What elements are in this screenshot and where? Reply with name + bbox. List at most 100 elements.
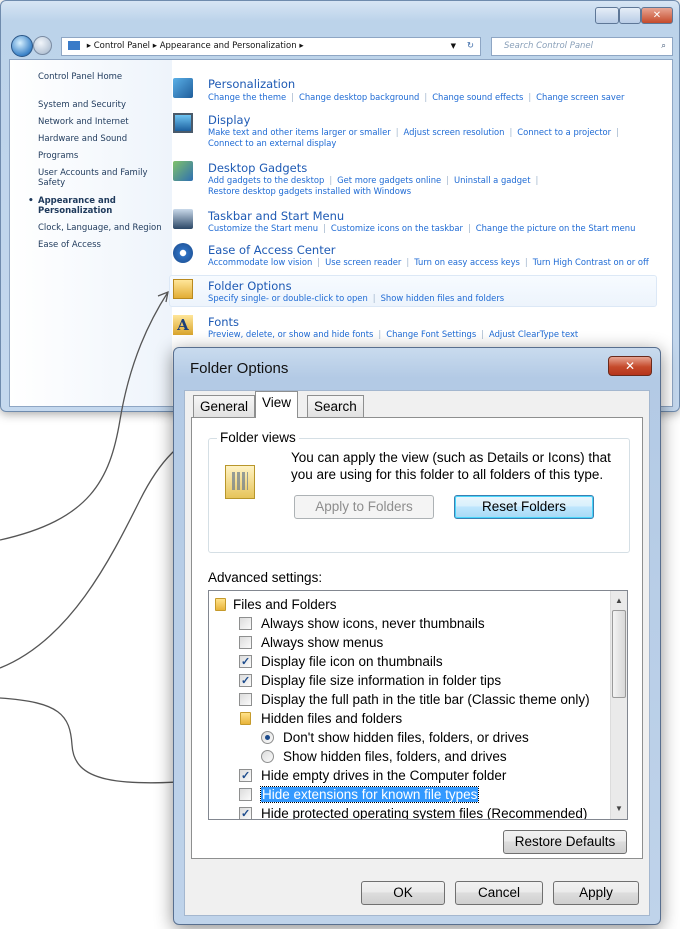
category-links: Change the theme | Change desktop backgrou…	[208, 92, 625, 102]
advanced-settings-tree[interactable]: Files and Folders Always show icons, nev…	[208, 590, 628, 820]
tree-folder-files-and-folders[interactable]: Files and Folders	[215, 595, 337, 614]
link[interactable]: Preview, delete, or show and hide fonts	[208, 329, 373, 339]
category-title[interactable]: Ease of Access Center	[208, 243, 336, 257]
ok-button[interactable]: OK	[361, 881, 445, 905]
nav-item-clock-language[interactable]: Clock, Language, and Region	[38, 223, 162, 233]
link[interactable]: Get more gadgets online	[337, 175, 441, 185]
category-title[interactable]: Personalization	[208, 77, 295, 91]
link[interactable]: Adjust ClearType text	[489, 329, 578, 339]
link[interactable]: Show hidden files and folders	[381, 293, 505, 303]
nav-item-user-accounts[interactable]: User Accounts and Family Safety	[38, 168, 158, 188]
setting-always-show-menus[interactable]: Always show menus	[239, 633, 383, 652]
link[interactable]: Add gadgets to the desktop	[208, 175, 324, 185]
setting-dont-show-hidden[interactable]: Don't show hidden files, folders, or dri…	[261, 728, 529, 747]
nav-item-network[interactable]: Network and Internet	[38, 117, 129, 127]
link[interactable]: Accommodate low vision	[208, 257, 312, 267]
personalization-icon	[173, 78, 193, 98]
maximize-button[interactable]	[619, 7, 641, 24]
nav-item-programs[interactable]: Programs	[38, 151, 78, 161]
scroll-down-icon[interactable]: ▼	[611, 801, 627, 817]
link[interactable]: Turn High Contrast on or off	[533, 257, 649, 267]
link[interactable]: Customize the Start menu	[208, 223, 318, 233]
link[interactable]: Restore desktop gadgets installed with W…	[208, 186, 411, 196]
setting-hide-protected-files[interactable]: Hide protected operating system files (R…	[239, 804, 587, 819]
checkbox[interactable]	[239, 617, 252, 630]
checkbox[interactable]	[239, 672, 252, 691]
link[interactable]: Change Font Settings	[386, 329, 476, 339]
dialog-close-button[interactable]: ✕	[608, 356, 652, 376]
tree-scrollbar[interactable]: ▲ ▼	[610, 591, 627, 819]
tree-folder-hidden-files[interactable]: Hidden files and folders	[239, 709, 402, 728]
link[interactable]: Change the theme	[208, 92, 286, 102]
restore-defaults-button[interactable]: Restore Defaults	[503, 830, 627, 854]
radio-button[interactable]	[261, 750, 274, 763]
nav-item-hardware[interactable]: Hardware and Sound	[38, 134, 127, 144]
computer-icon	[68, 41, 80, 50]
link[interactable]: Change sound effects	[432, 92, 523, 102]
tab-view[interactable]: View	[255, 391, 299, 418]
nav-item-system-security[interactable]: System and Security	[38, 100, 126, 110]
nav-home[interactable]: Control Panel Home	[38, 72, 122, 82]
link[interactable]: Turn on easy access keys	[414, 257, 520, 267]
link[interactable]: Make text and other items larger or smal…	[208, 127, 391, 137]
dropdown-arrow-icon[interactable]: ▼	[451, 38, 456, 55]
breadcrumb-control-panel[interactable]: Control Panel	[94, 41, 150, 51]
address-bar[interactable]: ▸ Control Panel ▸ Appearance and Persona…	[61, 37, 481, 56]
tree-label-selected: Hide extensions for known file types	[259, 786, 480, 803]
folder-view-icon	[225, 465, 255, 499]
setting-hide-empty-drives[interactable]: Hide empty drives in the Computer folder	[239, 766, 506, 786]
link[interactable]: Use screen reader	[325, 257, 401, 267]
setting-display-file-icon[interactable]: Display file icon on thumbnails	[239, 652, 443, 672]
scroll-thumb[interactable]	[612, 610, 626, 698]
link[interactable]: Change screen saver	[536, 92, 624, 102]
link[interactable]: Change the picture on the Start menu	[476, 223, 636, 233]
search-icon[interactable]: ⌕	[661, 38, 666, 55]
breadcrumb-appearance[interactable]: Appearance and Personalization	[160, 41, 297, 51]
folder-options-dialog: Folder Options ✕ General View Search Fol…	[173, 347, 661, 925]
category-title[interactable]: Fonts	[208, 315, 239, 329]
link[interactable]: Specify single- or double-click to open	[208, 293, 368, 303]
category-title[interactable]: Desktop Gadgets	[208, 161, 307, 175]
setting-always-show-icons[interactable]: Always show icons, never thumbnails	[239, 614, 485, 633]
nav-item-appearance-label: Appearance and Personalization	[38, 196, 116, 216]
link[interactable]: Customize icons on the taskbar	[331, 223, 463, 233]
radio-button[interactable]	[261, 731, 274, 744]
category-title[interactable]: Display	[208, 113, 250, 127]
link[interactable]: Uninstall a gadget	[454, 175, 530, 185]
tree-label: Display file icon on thumbnails	[261, 654, 443, 669]
cancel-button[interactable]: Cancel	[455, 881, 543, 905]
tab-general[interactable]: General	[193, 395, 256, 417]
nav-item-appearance[interactable]: • Appearance and Personalization	[28, 196, 148, 216]
minimize-button[interactable]	[595, 7, 619, 24]
link[interactable]: Adjust screen resolution	[404, 127, 505, 137]
category-title[interactable]: Folder Options	[208, 279, 292, 293]
scroll-up-icon[interactable]: ▲	[611, 593, 627, 609]
link[interactable]: Change desktop background	[299, 92, 419, 102]
setting-display-file-size[interactable]: Display file size information in folder …	[239, 671, 501, 691]
checkbox[interactable]	[239, 653, 252, 672]
category-title[interactable]: Taskbar and Start Menu	[208, 209, 344, 223]
setting-hide-extensions[interactable]: Hide extensions for known file types	[239, 785, 480, 804]
breadcrumb-separator-icon: ▸	[86, 41, 91, 51]
reset-folders-button[interactable]: Reset Folders	[454, 495, 594, 519]
setting-show-hidden[interactable]: Show hidden files, folders, and drives	[261, 747, 507, 766]
checkbox[interactable]	[239, 767, 252, 786]
checkbox[interactable]	[239, 636, 252, 649]
back-button[interactable]	[11, 35, 33, 57]
tree-label: Hidden files and folders	[261, 711, 403, 726]
tab-search[interactable]: Search	[307, 395, 364, 417]
forward-button[interactable]	[33, 36, 52, 55]
refresh-icon[interactable]: ↻	[467, 38, 474, 55]
checkbox[interactable]	[239, 805, 252, 819]
link[interactable]: Connect to a projector	[517, 127, 611, 137]
search-input[interactable]: Search Control Panel ⌕	[491, 37, 673, 56]
nav-item-ease-of-access[interactable]: Ease of Access	[38, 240, 101, 250]
tree-label: Display the full path in the title bar (…	[261, 692, 590, 707]
apply-button[interactable]: Apply	[553, 881, 639, 905]
checkbox[interactable]	[239, 788, 252, 801]
close-window-button[interactable]: ✕	[641, 7, 673, 24]
apply-to-folders-button[interactable]: Apply to Folders	[294, 495, 434, 519]
setting-display-full-path[interactable]: Display the full path in the title bar (…	[239, 690, 590, 709]
checkbox[interactable]	[239, 693, 252, 706]
link[interactable]: Connect to an external display	[208, 138, 336, 148]
